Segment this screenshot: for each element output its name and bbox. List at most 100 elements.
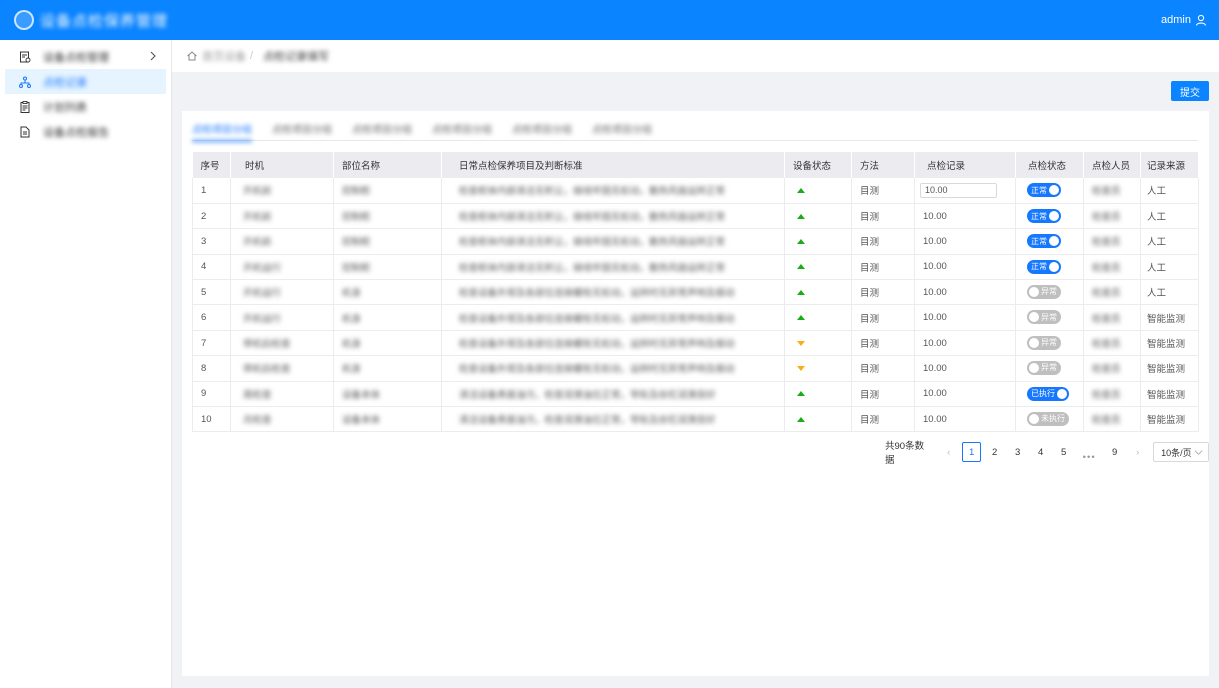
cell-inspector: 检查员 — [1092, 389, 1121, 401]
cell-source: 智能监测 — [1140, 381, 1199, 408]
document-check-icon — [20, 51, 31, 62]
submit-button[interactable]: 提交 — [1171, 81, 1209, 101]
status-up-icon — [797, 264, 805, 270]
cell-source: 智能监测 — [1140, 304, 1199, 331]
cell-inspector: 检查员 — [1092, 313, 1121, 325]
col-header-standard: 日常点检保养项目及判断标准 — [441, 152, 785, 178]
toggle-knob — [1029, 362, 1039, 373]
file-icon — [20, 126, 30, 137]
page-size-select[interactable]: 10条/页 — [1153, 442, 1209, 462]
toggle-label: 正常 — [1031, 185, 1047, 195]
toggle-knob — [1049, 211, 1059, 222]
cell-inspector: 检查员 — [1092, 288, 1121, 300]
page-ellipsis[interactable]: ••• — [1077, 441, 1101, 463]
check-status-toggle[interactable]: 异常 — [1027, 360, 1061, 375]
cell-standard: 清洁设备表面油污，检查润滑油位正常，导轨及丝杠润滑良好 — [459, 415, 716, 427]
status-down-icon — [797, 365, 805, 371]
check-status-toggle[interactable]: 正常 — [1027, 183, 1061, 198]
cell-no: 5 — [192, 279, 231, 306]
cell-part: 设备本体 — [342, 389, 381, 401]
top-header: 设备点检保养管理 admin — [0, 0, 1219, 40]
toggle-label: 未执行 — [1041, 414, 1065, 424]
cell-source: 人工 — [1140, 228, 1199, 255]
check-status-toggle[interactable]: 正常 — [1027, 209, 1061, 224]
brand: 设备点检保养管理 — [14, 10, 168, 31]
sidebar-item-equipment-check[interactable]: 设备点检管理 — [5, 44, 166, 69]
prev-page-button[interactable]: ‹ — [939, 442, 958, 462]
cell-source: 人工 — [1140, 279, 1199, 306]
cell-source: 智能监测 — [1140, 330, 1199, 357]
cell-timing: 停机后检查 — [243, 364, 291, 376]
cell-part: 控制柜 — [342, 237, 371, 249]
status-up-icon — [797, 213, 805, 219]
toggle-label: 异常 — [1041, 338, 1057, 348]
table-row: 7 停机后检查 机身 检查设备外观及各部位连接螺栓无松动，运转时无异常声响及振动 目测 1… — [192, 330, 1199, 357]
cell-source: 智能监测 — [1140, 406, 1199, 433]
check-status-toggle[interactable]: 异常 — [1027, 310, 1061, 325]
page-button-2[interactable]: 2 — [985, 442, 1004, 462]
toggle-label: 已执行 — [1031, 389, 1055, 399]
check-status-toggle[interactable]: 正常 — [1027, 259, 1061, 274]
cell-no: 8 — [192, 355, 231, 382]
tab-group-4[interactable]: 点检项目分组 — [432, 117, 492, 141]
home-icon[interactable] — [186, 50, 198, 62]
sidebar-item-label: 计划列表 — [43, 101, 87, 114]
tab-group-3[interactable]: 点检项目分组 — [352, 117, 412, 141]
cell-method: 目测 — [851, 228, 915, 255]
breadcrumb-current: 点检记录填写 — [263, 51, 330, 63]
check-status-toggle[interactable]: 正常 — [1027, 234, 1061, 249]
tab-bar: 点检项目分组 点检项目分组 点检项目分组 点检项目分组 点检项目分组 点检项目分… — [192, 117, 1198, 142]
check-status-toggle[interactable]: 未执行 — [1027, 411, 1069, 426]
cell-part: 控制柜 — [342, 186, 371, 198]
toggle-knob — [1029, 312, 1039, 323]
cell-timing: 开机前 — [243, 237, 272, 249]
check-status-toggle[interactable]: 异常 — [1027, 335, 1061, 350]
cell-method: 目测 — [851, 355, 915, 382]
table-header-row: 序号 时机 部位名称 日常点检保养项目及判断标准 设备状态 方法 点检记录 点检… — [192, 152, 1199, 178]
cell-inspector: 检查员 — [1092, 339, 1121, 351]
check-status-toggle[interactable]: 异常 — [1027, 284, 1061, 299]
page-button-4[interactable]: 4 — [1031, 442, 1050, 462]
record-value: 10.00 — [923, 235, 947, 247]
toggle-label: 异常 — [1041, 312, 1057, 322]
record-value: 10.00 — [923, 337, 947, 349]
sidebar-item-check-record[interactable]: 点检记录 — [5, 69, 166, 94]
check-status-toggle[interactable]: 已执行 — [1027, 386, 1069, 401]
cell-inspector: 检查员 — [1092, 212, 1121, 224]
page-button-1[interactable]: 1 — [962, 442, 982, 462]
next-page-button[interactable]: › — [1128, 442, 1147, 462]
cell-timing: 开机前 — [243, 186, 272, 198]
sidebar-item-label: 设备点检报告 — [43, 126, 109, 139]
record-input[interactable]: 10.00 — [920, 182, 997, 198]
cell-timing: 开机前 — [243, 212, 272, 224]
pagination-total: 共90条数据 — [885, 441, 925, 466]
toggle-label: 正常 — [1031, 211, 1047, 221]
table-row: 10 月检查 设备本体 清洁设备表面油污，检查润滑油位正常，导轨及丝杠润滑良好 目测 10… — [192, 406, 1199, 433]
status-up-icon — [797, 187, 805, 193]
pagination: 共90条数据 ‹ 1 2 3 4 5 ••• 9 › 10条/页 — [885, 441, 1209, 466]
sidebar-item-plan-list[interactable]: 计划列表 — [5, 94, 166, 119]
col-header-equipment-status: 设备状态 — [784, 152, 852, 178]
chevron-down-icon — [1194, 449, 1203, 455]
record-value: 10.00 — [923, 286, 947, 298]
page-button-5[interactable]: 5 — [1054, 442, 1073, 462]
cell-standard: 检查设备外观及各部位连接螺栓无松动，运转时无异常声响及振动 — [459, 288, 735, 300]
record-value: 10.00 — [923, 388, 947, 400]
tab-group-1[interactable]: 点检项目分组 — [192, 117, 252, 142]
page-button-last[interactable]: 9 — [1105, 442, 1124, 462]
tree-structure-icon — [19, 76, 31, 88]
tab-group-5[interactable]: 点检项目分组 — [512, 117, 572, 141]
sidebar-item-check-report[interactable]: 设备点检报告 — [5, 119, 166, 144]
table-body: 1 开机前 控制柜 检查柜体内部清洁无积尘，接线牢固无松动，散热风扇运转正常 目测 10.… — [192, 178, 1199, 433]
breadcrumb-home[interactable]: 首页设备 — [202, 48, 246, 64]
toggle-label: 正常 — [1031, 262, 1047, 272]
page-button-3[interactable]: 3 — [1008, 442, 1027, 462]
cell-standard: 检查柜体内部清洁无积尘，接线牢固无松动，散热风扇运转正常 — [459, 212, 726, 224]
user-menu[interactable]: admin — [1161, 14, 1207, 26]
tab-group-6[interactable]: 点检项目分组 — [592, 117, 652, 141]
cell-part: 机身 — [342, 364, 362, 376]
cell-standard: 检查柜体内部清洁无积尘，接线牢固无松动，散热风扇运转正常 — [459, 186, 726, 198]
tab-group-2[interactable]: 点检项目分组 — [272, 117, 332, 141]
cell-method: 目测 — [851, 178, 915, 204]
col-header-inspector: 点检人员 — [1083, 152, 1141, 178]
